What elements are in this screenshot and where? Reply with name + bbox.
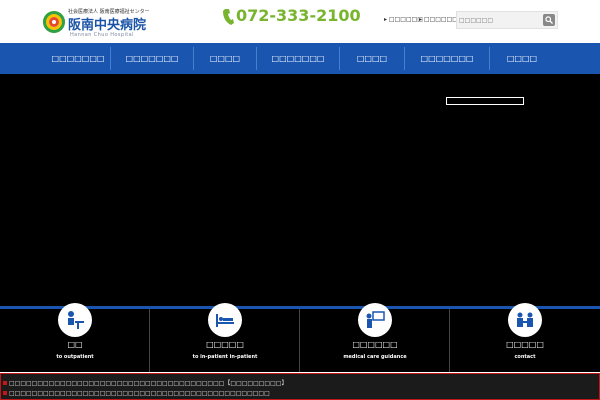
quick-link-sublabel: to outpatient	[56, 354, 94, 360]
quick-link-contact[interactable]: □□□□□ contact	[450, 303, 600, 372]
quick-links: □□ to outpatient □□□□□ to in-patient in-…	[0, 303, 600, 372]
quick-link-outpatient[interactable]: □□ to outpatient	[0, 303, 150, 372]
hero-caption-box	[446, 97, 524, 105]
logo-title[interactable]: 阪南中央病院	[68, 14, 146, 33]
news-bullet-icon	[3, 391, 7, 395]
quick-link-label: □□□□□	[506, 340, 544, 349]
nav-item-7[interactable]: □□□□	[490, 43, 554, 74]
quick-link-guidance[interactable]: □□□□□□ medical care guidance	[300, 303, 450, 372]
guidance-board-icon	[358, 303, 392, 337]
logo-subtitle: Hannan Chuo Hospital	[70, 32, 134, 38]
outpatient-doctor-icon	[58, 303, 92, 337]
search-icon	[545, 16, 553, 24]
nav-item-3[interactable]: □□□□	[194, 43, 256, 74]
hospital-bed-icon	[208, 303, 242, 337]
nav-item-4[interactable]: □□□□□□□	[257, 43, 339, 74]
main-nav: □□□□□□□ □□□□□□□ □□□□ □□□□□□□ □□□□ □□□□□□…	[0, 43, 600, 74]
quick-link-label: □□□□□□	[352, 340, 398, 349]
news-bullet-icon	[3, 381, 7, 385]
quick-link-label: □□	[67, 340, 83, 349]
phone-icon	[223, 9, 234, 25]
news-item[interactable]: □□□□□□□□□□□□□□□□□□□□□□□□□□□□□□□□□□□□□□【□…	[3, 378, 287, 387]
nav-item-6[interactable]: □□□□□□□	[405, 43, 489, 74]
search-button[interactable]	[543, 14, 555, 26]
hospital-logo-icon[interactable]	[43, 11, 65, 33]
search-input[interactable]	[459, 14, 541, 26]
nav-item-1[interactable]: □□□□□□□	[46, 43, 110, 74]
contact-people-icon	[508, 303, 542, 337]
quick-link-sublabel: contact	[514, 354, 536, 360]
phone-number[interactable]: 072-333-2100	[236, 6, 361, 26]
news-text: □□□□□□□□□□□□□□□□□□□□□□□□□□□□□□□□□□□□□□□□…	[9, 390, 270, 397]
quick-link-label: □□□□□	[206, 340, 244, 349]
nav-item-2[interactable]: □□□□□□□	[111, 43, 193, 74]
hero-slider[interactable]	[0, 74, 600, 309]
nav-item-5[interactable]: □□□□	[340, 43, 404, 74]
quick-link-sublabel: medical care guidance	[343, 354, 407, 360]
news-ticker: □□□□□□□□□□□□□□□□□□□□□□□□□□□□□□□□□□□□□□【□…	[0, 373, 600, 400]
quick-link-sublabel: to in-patient in-patient	[192, 354, 258, 360]
news-item[interactable]: □□□□□□□□□□□□□□□□□□□□□□□□□□□□□□□□□□□□□□□□…	[3, 390, 270, 397]
quick-link-inpatient[interactable]: □□□□□ to in-patient in-patient	[150, 303, 300, 372]
header-link-1[interactable]: □□□□□□	[384, 16, 423, 23]
site-header: 社会医療法人 阪南医療福祉センター 阪南中央病院 Hannan Chuo Hos…	[0, 0, 600, 43]
search-box	[456, 11, 558, 29]
news-text: □□□□□□□□□□□□□□□□□□□□□□□□□□□□□□□□□□□□□□【□…	[9, 380, 288, 387]
